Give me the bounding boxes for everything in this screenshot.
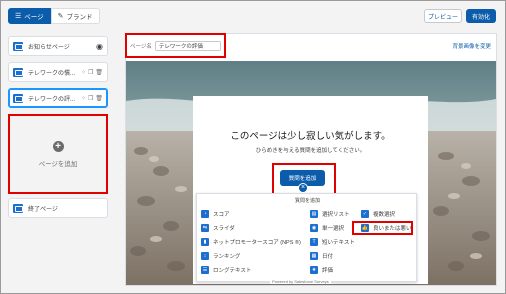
- date-icon: ▦: [310, 252, 318, 260]
- sidebar-page-end[interactable]: 終了ページ: [8, 198, 108, 218]
- question-type-label: 評価: [322, 268, 334, 274]
- question-type-rating[interactable]: ★ 評価: [310, 266, 333, 274]
- brush-icon: ✎: [57, 13, 64, 20]
- ranking-icon: ↕: [201, 252, 209, 260]
- copy-icon[interactable]: ❐: [88, 69, 93, 76]
- question-type-panel: 質問を追加 ◔ スコア ⇆ スライダ ▮ ネットプロモータースコア (NPS ®…: [196, 193, 417, 282]
- multi-select-icon: ✓: [361, 210, 369, 218]
- page-label: テレワークの慣...: [28, 70, 76, 77]
- single-select-icon: ◉: [310, 224, 318, 232]
- question-type-score[interactable]: ◔ スコア: [201, 210, 230, 218]
- question-type-single-select[interactable]: ◉ 単一選択: [310, 224, 344, 232]
- question-type-short-text[interactable]: T 短いテキスト: [310, 238, 355, 246]
- page-name-label: ページ名: [130, 43, 152, 50]
- short-text-icon: T: [310, 238, 318, 246]
- question-type-label: ロングテキスト: [213, 268, 252, 274]
- page-icon: [13, 93, 23, 103]
- empty-page-subtitle: ひらめきを与える質問を追加してください。: [255, 148, 366, 154]
- question-type-label: ランキング: [213, 254, 241, 260]
- add-page-button[interactable]: + ページを追加: [8, 114, 108, 194]
- drag-icon[interactable]: ⁘: [81, 95, 86, 102]
- sidebar-page-telework-evaluation[interactable]: テレワークの評... ⁘ ❐ 🗑: [8, 88, 108, 108]
- page-label: お知らせページ: [28, 44, 70, 51]
- list-icon: ☰: [15, 13, 22, 20]
- question-type-long-text[interactable]: ☰ ロングテキスト: [201, 266, 251, 274]
- question-type-label: 単一選択: [322, 226, 345, 232]
- tab-brand[interactable]: ✎ ブランド: [50, 8, 100, 24]
- question-type-label: 日付: [322, 254, 334, 260]
- question-type-nps[interactable]: ▮ ネットプロモータースコア (NPS ®): [201, 238, 301, 246]
- plus-icon: +: [52, 140, 64, 152]
- copy-icon[interactable]: ❐: [88, 95, 93, 102]
- question-type-label: ネットプロモータースコア (NPS ®): [213, 240, 301, 246]
- long-text-icon: ☰: [201, 266, 209, 274]
- powered-by-text: Powered by Salesforce Surveys: [270, 279, 331, 284]
- picklist-icon: ▤: [310, 210, 318, 218]
- top-tabs: ☰ ページ ✎ ブランド: [8, 8, 100, 24]
- question-type-label: 選択リスト: [322, 212, 350, 218]
- sidebar-page-telework-habits[interactable]: テレワークの慣... ⁘ ❐ 🗑: [8, 62, 108, 82]
- question-type-date[interactable]: ▦ 日付: [310, 252, 333, 260]
- eye-icon[interactable]: ◉: [96, 42, 103, 51]
- rating-icon: ★: [310, 266, 318, 274]
- page-label: テレワークの評...: [28, 96, 76, 103]
- question-type-picklist[interactable]: ▤ 選択リスト: [310, 210, 350, 218]
- preview-button[interactable]: プレビュー: [424, 9, 462, 23]
- question-type-label: 複数選択: [373, 212, 396, 218]
- activate-button[interactable]: 有効化: [466, 9, 496, 23]
- question-type-ranking[interactable]: ↕ ランキング: [201, 252, 240, 260]
- sidebar-page-announcement[interactable]: お知らせページ ◉: [8, 36, 108, 56]
- score-icon: ◔: [201, 210, 209, 218]
- slider-icon: ⇆: [201, 224, 209, 232]
- add-page-label: ページを追加: [38, 160, 78, 168]
- close-icon[interactable]: ×: [298, 183, 308, 193]
- tab-pages[interactable]: ☰ ページ: [8, 8, 51, 24]
- question-type-label: 短いテキスト: [322, 240, 355, 246]
- question-type-label: スコア: [213, 212, 230, 218]
- question-type-label: スライダ: [213, 226, 235, 232]
- thumbs-option-highlight: [352, 221, 413, 235]
- drag-icon[interactable]: ⁘: [81, 69, 86, 76]
- tab-brand-label: ブランド: [66, 14, 93, 21]
- page-name-highlight: ページ名 テレワークの評価: [125, 33, 226, 58]
- delete-icon[interactable]: 🗑: [95, 69, 103, 76]
- page-icon: [13, 203, 23, 213]
- page-icon: [13, 67, 23, 77]
- question-panel-title: 質問を追加: [294, 198, 320, 204]
- question-type-slider[interactable]: ⇆ スライダ: [201, 224, 235, 232]
- page-name-input[interactable]: テレワークの評価: [154, 40, 221, 51]
- page-name-bar: ページ名 テレワークの評価 背景画像を変更: [125, 33, 497, 60]
- change-background-link[interactable]: 背景画像を変更: [452, 42, 491, 50]
- empty-page-title: このページは少し寂しい気がします。: [230, 131, 391, 142]
- page-icon: [13, 41, 23, 51]
- nps-icon: ▮: [201, 238, 209, 246]
- question-type-multi-select[interactable]: ✓ 複数選択: [361, 210, 395, 218]
- tab-pages-label: ページ: [24, 14, 44, 21]
- page-label: 終了ページ: [28, 206, 58, 213]
- delete-icon[interactable]: 🗑: [95, 95, 103, 102]
